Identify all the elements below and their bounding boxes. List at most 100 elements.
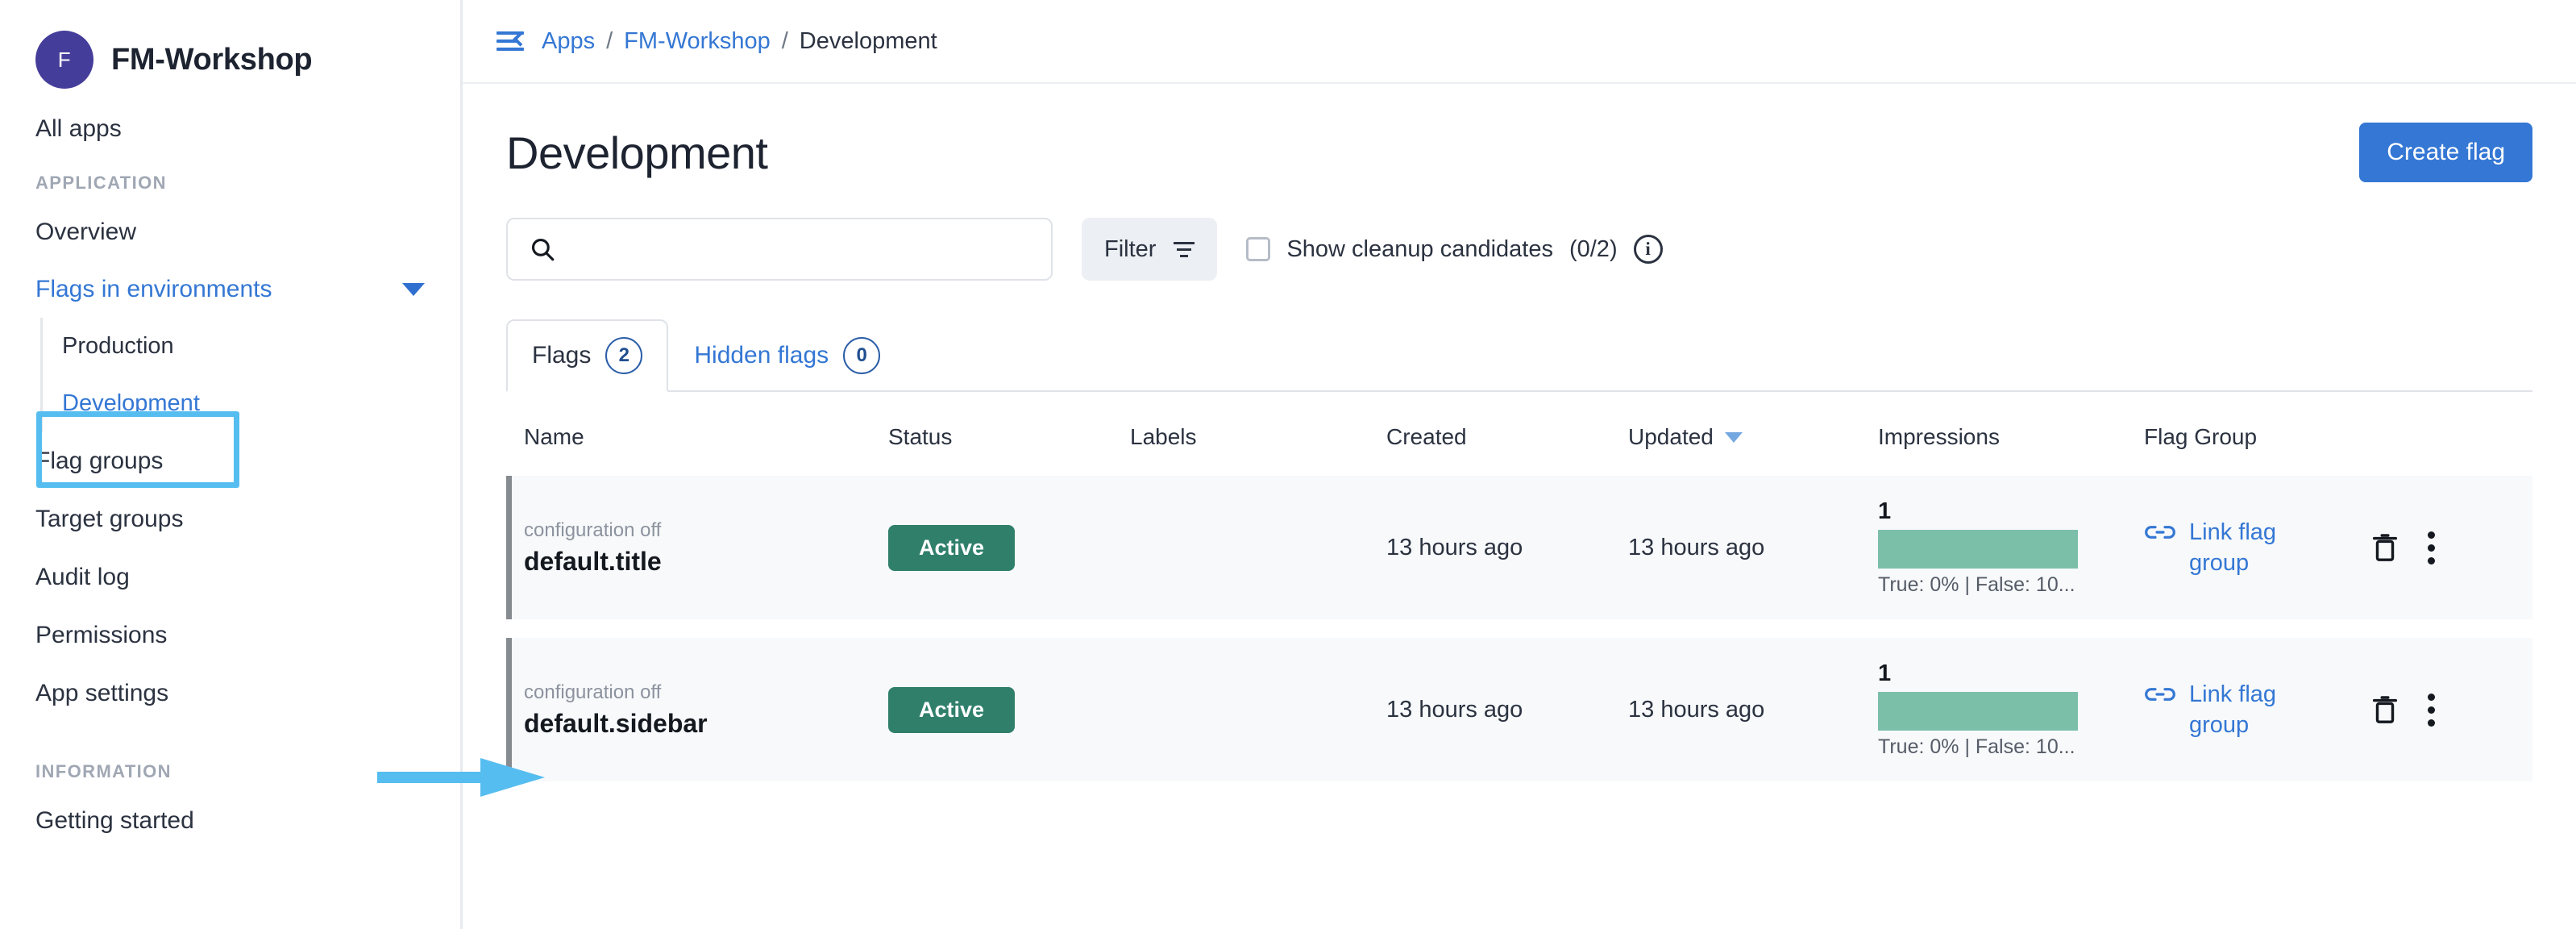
link-icon (2144, 684, 2176, 705)
column-header-updated[interactable]: Updated (1628, 424, 1878, 450)
column-header-name[interactable]: Name (524, 424, 888, 450)
status-badge[interactable]: Active (888, 687, 1015, 733)
table-header-row: Name Status Labels Created Updated Impre… (506, 398, 2532, 476)
column-header-impressions[interactable]: Impressions (1878, 424, 2144, 450)
create-flag-button[interactable]: Create flag (2359, 123, 2532, 182)
column-header-updated-label: Updated (1628, 424, 1714, 450)
app-root: F FM-Workshop All apps APPLICATION Overv… (0, 0, 2576, 929)
sidebar-item-target-groups[interactable]: Target groups (0, 490, 460, 548)
tab-hidden-flags[interactable]: Hidden flags 0 (668, 319, 906, 392)
breadcrumb: Apps / FM-Workshop / Development (542, 28, 937, 55)
table-row[interactable]: configuration off default.sidebar Active… (506, 638, 2532, 781)
filter-icon (1174, 242, 1195, 257)
cell-status: Active (888, 476, 1130, 619)
cleanup-candidates-control: Show cleanup candidates (0/2) i (1246, 235, 1662, 264)
impressions-caption: True: 0% | False: 10... (1878, 735, 2144, 759)
page-content: Development Create flag Filter (463, 84, 2576, 781)
link-flag-group-button[interactable]: Link flag group (2144, 517, 2337, 579)
page-title: Development (506, 123, 767, 176)
page-header: Development Create flag (506, 123, 2532, 182)
sidebar-item-flags-in-environments[interactable]: Flags in environments (0, 261, 460, 318)
search-input[interactable] (571, 236, 1030, 263)
link-flag-group-button[interactable]: Link flag group (2144, 679, 2337, 741)
filter-button-label: Filter (1104, 236, 1156, 263)
impressions-bar (1878, 692, 2078, 731)
link-icon (2144, 522, 2176, 543)
sidebar-item-app-settings[interactable]: App settings (0, 664, 460, 723)
brand[interactable]: F FM-Workshop (0, 19, 460, 100)
sidebar-section-information: INFORMATION (0, 747, 460, 792)
cell-impressions: 1 True: 0% | False: 10... (1878, 476, 2144, 619)
sidebar-environments: Production Development (40, 318, 460, 432)
sidebar-item-label: Flags in environments (35, 276, 272, 303)
sidebar-item-getting-started[interactable]: Getting started (0, 792, 460, 850)
chevron-down-icon (402, 283, 425, 296)
cell-updated: 13 hours ago (1628, 476, 1878, 619)
flags-table: Name Status Labels Created Updated Impre… (506, 398, 2532, 781)
flag-config-state: configuration off (524, 680, 888, 705)
sidebar-item-all-apps[interactable]: All apps (0, 100, 460, 158)
cell-status: Active (888, 638, 1130, 781)
avatar: F (35, 31, 93, 89)
link-flag-group-label: Link flag group (2189, 517, 2337, 579)
cell-created: 13 hours ago (1386, 476, 1628, 619)
filter-button[interactable]: Filter (1082, 218, 1217, 281)
sidebar-section-application: APPLICATION (0, 158, 460, 203)
main-area: Apps / FM-Workshop / Development Develop… (463, 0, 2576, 929)
column-header-status[interactable]: Status (888, 424, 1130, 450)
tabs: Flags 2 Hidden flags 0 (506, 318, 2532, 392)
column-header-flag-group[interactable]: Flag Group (2144, 424, 2362, 450)
info-icon[interactable]: i (1634, 235, 1663, 264)
tab-hidden-flags-label: Hidden flags (694, 342, 829, 369)
sidebar-item-overview[interactable]: Overview (0, 203, 460, 261)
flag-config-state: configuration off (524, 518, 888, 543)
topbar: Apps / FM-Workshop / Development (463, 0, 2576, 84)
delete-icon[interactable] (2370, 693, 2400, 727)
breadcrumb-apps[interactable]: Apps (542, 28, 595, 55)
brand-name: FM-Workshop (111, 43, 312, 77)
flag-name: default.sidebar (524, 707, 888, 739)
impressions-bar (1878, 530, 2078, 569)
cell-actions (2362, 638, 2532, 781)
cell-name[interactable]: configuration off default.sidebar (524, 638, 888, 781)
sidebar: F FM-Workshop All apps APPLICATION Overv… (0, 0, 463, 929)
breadcrumb-separator: / (782, 28, 788, 55)
sidebar-item-development[interactable]: Development (43, 375, 460, 432)
cell-name[interactable]: configuration off default.title (524, 476, 888, 619)
sidebar-item-production[interactable]: Production (43, 318, 460, 375)
flag-name: default.title (524, 545, 888, 577)
column-header-labels[interactable]: Labels (1130, 424, 1386, 450)
tab-hidden-flags-count: 0 (843, 337, 880, 374)
impressions-count: 1 (1878, 498, 2144, 525)
cell-flag-group: Link flag group (2144, 638, 2362, 781)
cell-impressions: 1 True: 0% | False: 10... (1878, 638, 2144, 781)
cleanup-candidates-count: (0/2) (1569, 236, 1618, 263)
tab-flags-label: Flags (532, 342, 591, 369)
column-header-created[interactable]: Created (1386, 424, 1628, 450)
filters-toolbar: Filter Show cleanup candidates (0/2) i (506, 218, 2532, 281)
show-cleanup-candidates-checkbox[interactable] (1246, 237, 1270, 261)
more-options-icon[interactable] (2428, 531, 2435, 564)
sidebar-item-flag-groups[interactable]: Flag groups (0, 432, 460, 490)
cell-created: 13 hours ago (1386, 638, 1628, 781)
sidebar-item-permissions[interactable]: Permissions (0, 606, 460, 664)
breadcrumb-separator: / (606, 28, 613, 55)
more-options-icon[interactable] (2428, 694, 2435, 727)
cell-labels (1130, 476, 1386, 619)
breadcrumb-fm-workshop[interactable]: FM-Workshop (624, 28, 771, 55)
tab-flags[interactable]: Flags 2 (506, 319, 668, 392)
table-row[interactable]: configuration off default.title Active 1… (506, 476, 2532, 619)
search-icon (529, 235, 556, 263)
status-badge[interactable]: Active (888, 525, 1015, 571)
link-flag-group-label: Link flag group (2189, 679, 2337, 741)
cell-labels (1130, 638, 1386, 781)
sidebar-item-audit-log[interactable]: Audit log (0, 548, 460, 606)
breadcrumb-development: Development (800, 28, 937, 55)
impressions-count: 1 (1878, 660, 2144, 687)
cleanup-candidates-label: Show cleanup candidates (1286, 236, 1553, 263)
impressions-caption: True: 0% | False: 10... (1878, 573, 2144, 597)
cell-actions (2362, 476, 2532, 619)
collapse-menu-icon[interactable] (497, 29, 524, 53)
delete-icon[interactable] (2370, 531, 2400, 564)
search-box[interactable] (506, 218, 1053, 281)
